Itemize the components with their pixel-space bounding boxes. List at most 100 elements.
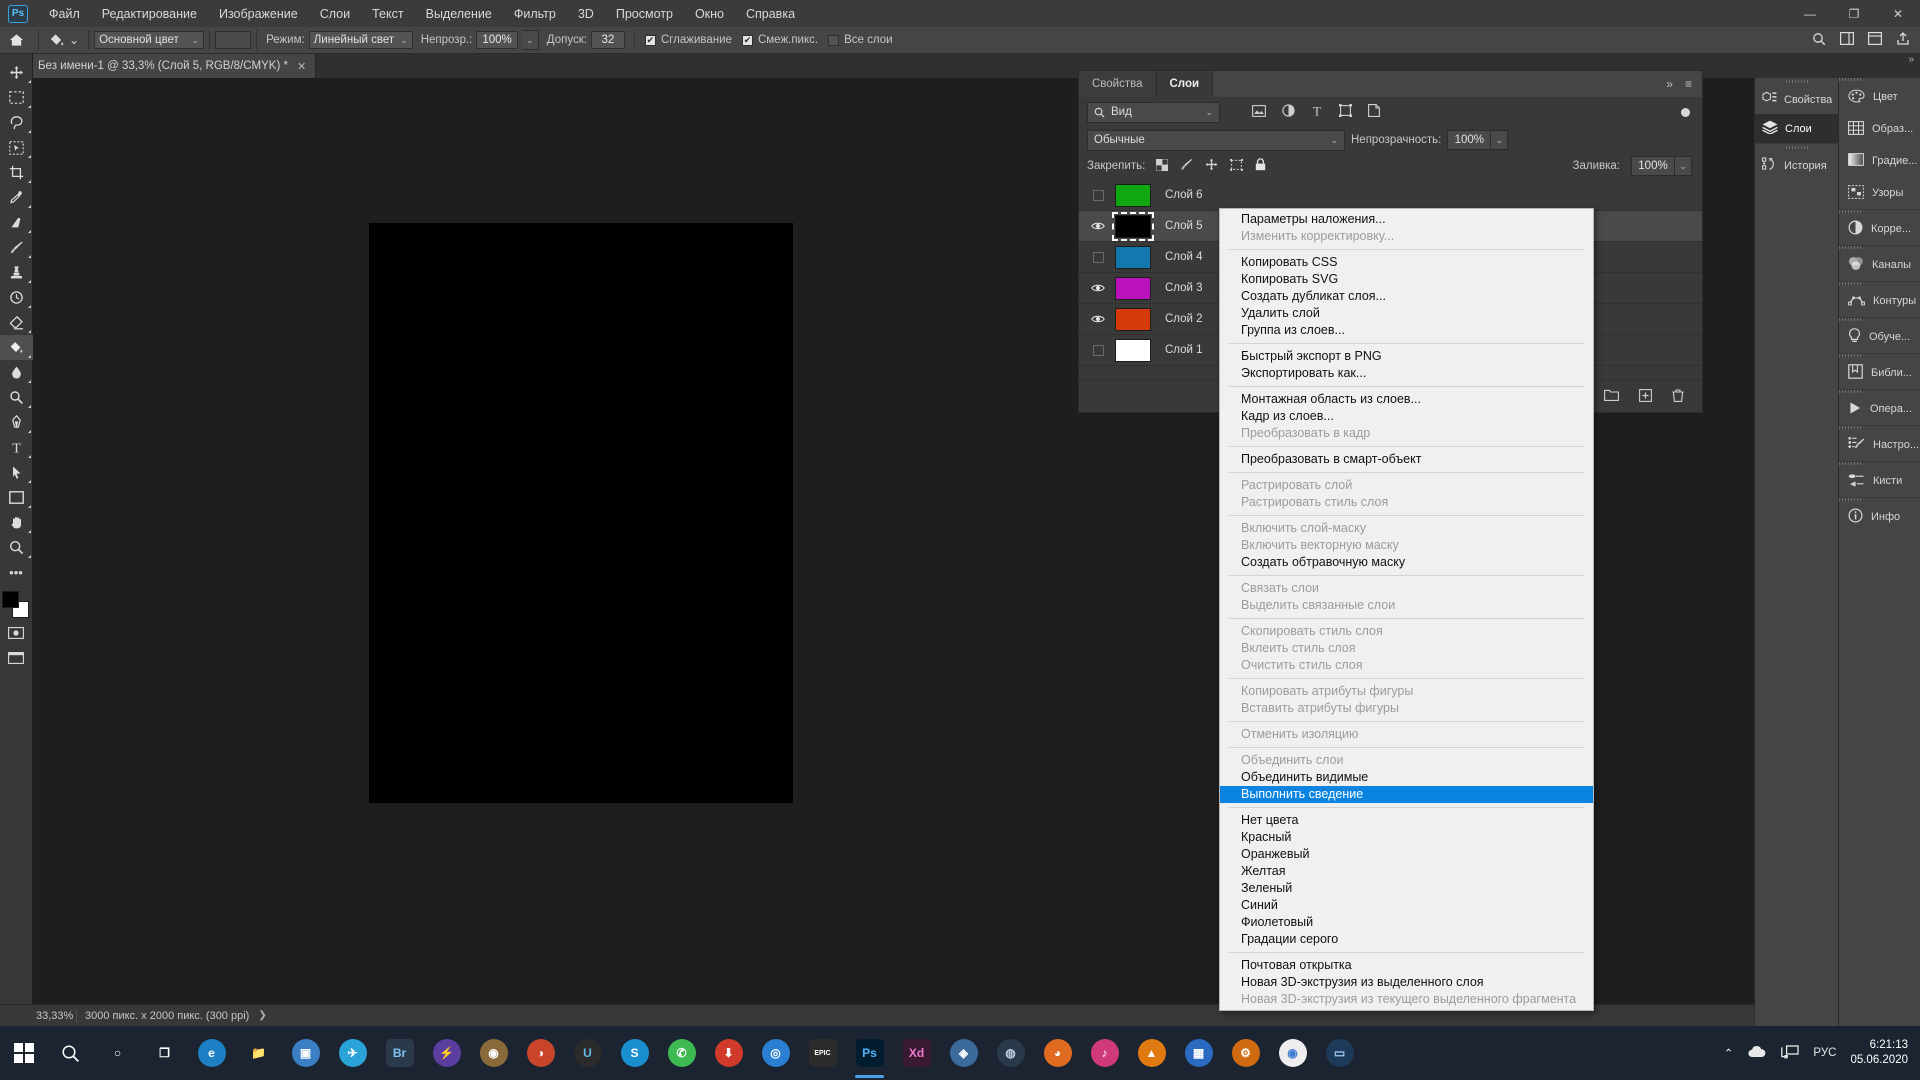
layer-thumbnail[interactable] [1111, 307, 1155, 331]
layer-opacity-input[interactable]: 100% [1447, 130, 1492, 150]
layer-name[interactable]: Слой 6 [1165, 189, 1203, 201]
close-button[interactable]: ✕ [1876, 0, 1920, 27]
dock-item-layers[interactable]: Слои [1755, 114, 1838, 143]
lock-artboard-nesting-icon[interactable] [1230, 158, 1244, 174]
downloads-icon[interactable]: ⬇ [705, 1026, 752, 1080]
epic-games-icon[interactable]: EPIC [799, 1026, 846, 1080]
dock-item-libraries[interactable]: Библи... [1839, 357, 1920, 389]
adobe-bridge-icon[interactable]: Br [376, 1026, 423, 1080]
delete-layer-icon[interactable] [1672, 388, 1684, 405]
paint-bucket-tool[interactable] [0, 335, 33, 360]
layer-visibility-toggle[interactable] [1085, 221, 1111, 231]
context-menu-item[interactable]: Преобразовать в смарт-объект [1220, 451, 1593, 468]
fill-source-select[interactable]: Основной цвет ⌄ [94, 31, 205, 49]
document-canvas[interactable] [369, 223, 793, 803]
windows-start-icon[interactable] [0, 1026, 47, 1080]
arrange-documents-icon[interactable] [1868, 32, 1883, 48]
firefox-dev-icon[interactable]: ◑ [517, 1026, 564, 1080]
music-icon[interactable]: ♪ [1081, 1026, 1128, 1080]
whatsapp-icon[interactable]: ✆ [658, 1026, 705, 1080]
panel-grip[interactable] [1755, 78, 1838, 85]
context-menu-item[interactable]: Градации серого [1220, 931, 1593, 948]
dock-item-patterns[interactable]: Узоры [1839, 177, 1920, 209]
menu-item-window[interactable]: Окно [684, 3, 735, 25]
path-selection-tool[interactable] [0, 460, 33, 485]
terminal-icon[interactable]: ▭ [1316, 1026, 1363, 1080]
panel-menu-icon[interactable]: ≡ [1685, 77, 1692, 91]
spot-healing-brush-tool[interactable] [0, 210, 33, 235]
blend-mode-select[interactable]: Линейный свет ⌄ [308, 31, 413, 49]
layer-thumbnail[interactable] [1111, 338, 1155, 362]
dock-item-color-palette[interactable]: Цвет [1839, 81, 1920, 113]
dock-item-channels[interactable]: Каналы [1839, 249, 1920, 281]
tab-properties[interactable]: Свойства [1079, 71, 1157, 97]
quick-mask-mode-button[interactable] [0, 620, 33, 645]
menu-item-file[interactable]: Файл [38, 3, 91, 25]
context-menu-item[interactable]: Фиолетовый [1220, 914, 1593, 931]
history-brush-tool[interactable] [0, 285, 33, 310]
blur-tool[interactable] [0, 360, 33, 385]
menu-item-image[interactable]: Изображение [208, 3, 309, 25]
rectangle-tool[interactable] [0, 485, 33, 510]
eraser-tool[interactable] [0, 310, 33, 335]
search-icon[interactable] [1812, 32, 1826, 49]
lasso-tool[interactable] [0, 110, 33, 135]
context-menu-item[interactable]: Копировать CSS [1220, 254, 1593, 271]
menu-item-edit[interactable]: Редактирование [91, 3, 208, 25]
dock-item-brushes[interactable]: Кисти [1839, 465, 1920, 497]
layer-filter-select[interactable]: Вид ⌄ [1087, 101, 1220, 123]
dock-item-adjustments[interactable]: Корре... [1839, 213, 1920, 245]
tab-layers[interactable]: Слои [1156, 71, 1214, 97]
file-explorer-icon[interactable]: 📁 [235, 1026, 282, 1080]
dock-item-brush-settings[interactable]: Настро... [1839, 429, 1920, 461]
menu-item-filter[interactable]: Фильтр [503, 3, 567, 25]
task-view-icon[interactable]: ❐ [141, 1026, 188, 1080]
menu-item-view[interactable]: Просмотр [605, 3, 684, 25]
share-icon[interactable] [1896, 32, 1910, 48]
dodge-tool[interactable] [0, 385, 33, 410]
adjustment-layer-filter-icon[interactable] [1282, 104, 1295, 120]
lock-position-icon[interactable] [1205, 158, 1218, 174]
object-selection-tool[interactable] [0, 135, 33, 160]
new-group-icon[interactable] [1604, 389, 1619, 404]
lock-transparent-pixels-icon[interactable] [1155, 158, 1169, 174]
move-tool[interactable] [0, 60, 33, 85]
context-menu-item[interactable]: Синий [1220, 897, 1593, 914]
context-menu-item[interactable]: Параметры наложения... [1220, 211, 1593, 228]
dock-item-learn[interactable]: Обуче... [1839, 321, 1920, 353]
type-tool[interactable]: T [0, 435, 33, 460]
layer-thumbnail[interactable] [1111, 183, 1155, 207]
new-layer-icon[interactable] [1639, 388, 1652, 405]
dock-item-paths[interactable]: Контуры [1839, 285, 1920, 317]
context-menu-item[interactable]: Почтовая открытка [1220, 957, 1593, 974]
contiguous-checkbox[interactable]: ✔ Смеж.пикс. [737, 34, 823, 46]
chrome-icon[interactable]: ◉ [1269, 1026, 1316, 1080]
search-icon[interactable] [47, 1026, 94, 1080]
layer-name[interactable]: Слой 5 [1165, 220, 1203, 232]
context-menu-item[interactable]: Создать обтравочную маску [1220, 554, 1593, 571]
layer-visibility-toggle[interactable] [1085, 314, 1111, 324]
steam-icon[interactable]: ◍ [987, 1026, 1034, 1080]
active-tool-preset[interactable]: ⌄ [44, 32, 83, 48]
context-menu-item[interactable]: Быстрый экспорт в PNG [1220, 348, 1593, 365]
clock[interactable]: 6:21:13 05.06.2020 [1850, 1038, 1908, 1068]
dock-item-swatches[interactable]: Образ... [1839, 113, 1920, 145]
layer-name[interactable]: Слой 3 [1165, 282, 1203, 294]
layer-fill-input[interactable]: 100% [1631, 156, 1675, 176]
settings-gear-icon[interactable]: ⚙ [1222, 1026, 1269, 1080]
context-menu-item[interactable]: Желтая [1220, 863, 1593, 880]
context-menu-item[interactable]: Зеленый [1220, 880, 1593, 897]
skype-icon[interactable]: S [611, 1026, 658, 1080]
crop-tool[interactable] [0, 160, 33, 185]
store-icon[interactable]: ▣ [282, 1026, 329, 1080]
layer-fill-stepper[interactable]: ⌄ [1675, 156, 1692, 176]
tray-chevron-icon[interactable]: ⌃ [1724, 1046, 1734, 1060]
more-tools-icon[interactable]: ••• [0, 560, 33, 585]
tool-preset-chevron[interactable]: ⌄ [69, 33, 79, 47]
photoshop-icon[interactable]: Ps [846, 1026, 893, 1080]
zoom-tool[interactable] [0, 535, 33, 560]
photos-icon[interactable]: ▦ [1175, 1026, 1222, 1080]
context-menu-item[interactable]: Оранжевый [1220, 846, 1593, 863]
gimp-icon[interactable]: ◉ [470, 1026, 517, 1080]
layer-visibility-toggle[interactable] [1085, 251, 1111, 263]
